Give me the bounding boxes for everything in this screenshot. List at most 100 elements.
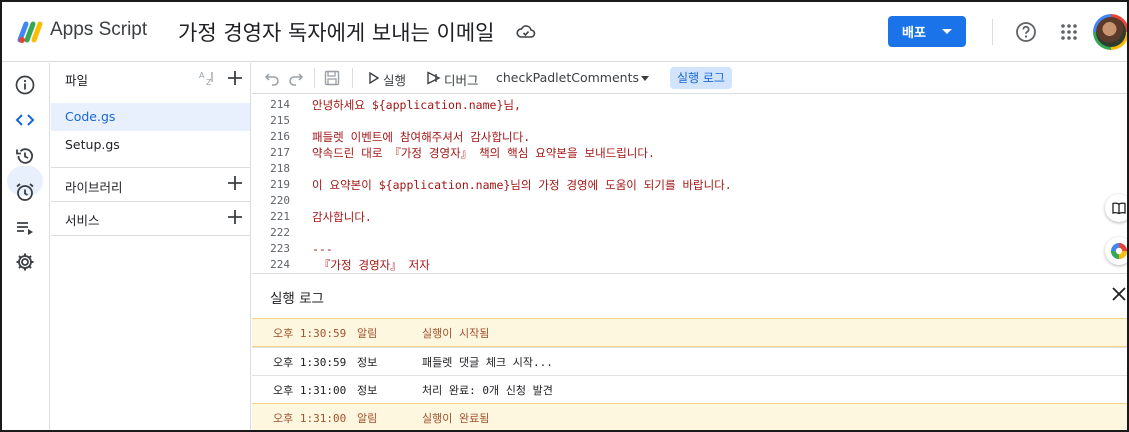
files-title: 파일	[65, 73, 89, 88]
line-number: 224	[270, 258, 290, 271]
function-selector[interactable]: checkPadletComments	[496, 63, 650, 94]
add-service-icon[interactable]	[228, 210, 242, 224]
section-divider	[51, 201, 250, 202]
log-level: 알림	[357, 327, 378, 340]
close-icon[interactable]	[1112, 287, 1126, 301]
code-line: 214 안녕하세요 ${application.name}님,	[252, 97, 1127, 113]
log-row: 오후 1:31:00 정보 처리 완료: 0개 신청 발견	[252, 375, 1127, 404]
line-number: 214	[270, 98, 290, 111]
history-icon[interactable]	[14, 145, 36, 167]
play-icon	[369, 72, 380, 84]
header-divider	[992, 19, 993, 45]
code-line: 224 『가정 경영자』 저자	[252, 257, 1127, 273]
svg-text:Z: Z	[206, 78, 212, 87]
debug-icon	[427, 71, 441, 85]
redo-icon[interactable]	[288, 70, 304, 86]
log-level: 정보	[357, 384, 378, 397]
log-message: 실행이 완료됨	[422, 412, 490, 425]
project-title[interactable]: 가정 경영자 독자에게 보내는 이메일	[178, 17, 495, 47]
code-line: 216 패들렛 이벤트에 참여해주셔서 감사합니다.	[252, 129, 1127, 145]
deploy-label: 배포	[902, 26, 926, 41]
gemini-addon-icon	[1111, 243, 1127, 259]
code-line: 221 감사합니다.	[252, 209, 1127, 225]
line-number: 216	[270, 130, 290, 143]
debug-label: 디버그	[444, 73, 479, 88]
run-label: 실행	[383, 73, 407, 88]
code-text: 『가정 경영자』 저자	[312, 258, 430, 272]
line-number: 218	[270, 162, 290, 175]
help-icon[interactable]	[1015, 21, 1037, 43]
code-editor-icon[interactable]	[14, 109, 36, 131]
add-file-icon[interactable]	[228, 71, 242, 85]
line-number: 223	[270, 242, 290, 255]
info-icon[interactable]	[14, 74, 36, 96]
run-button[interactable]: 실행	[368, 63, 414, 94]
code-text: ---	[312, 242, 333, 256]
deploy-button[interactable]: 배포	[888, 16, 966, 47]
section-divider	[51, 167, 250, 168]
code-text: 이 요약본이 ${application.name}님의 가정 경영에 도움이 …	[312, 178, 732, 192]
code-line: 223 ---	[252, 241, 1127, 257]
log-time: 오후 1:30:59	[273, 356, 347, 369]
executions-icon[interactable]	[14, 217, 36, 239]
code-editor[interactable]: 214 안녕하세요 ${application.name}님, 215 216 패들…	[252, 95, 1127, 273]
function-name: checkPadletComments	[496, 70, 639, 85]
avatar[interactable]	[1093, 14, 1127, 50]
code-line: 219 이 요약본이 ${application.name}님의 가정 경영에 도…	[252, 177, 1127, 193]
toolbar-divider	[352, 68, 353, 88]
log-level: 정보	[357, 356, 378, 369]
google-apps-icon[interactable]	[1060, 23, 1078, 41]
code-text: 약속드린 대로 『가정 경영자』 책의 핵심 요약본을 보내드립니다.	[312, 146, 655, 160]
code-text: 패들렛 이벤트에 참여해주셔서 감사합니다.	[312, 130, 531, 144]
left-nav-rail	[2, 63, 50, 430]
log-level: 알림	[357, 412, 378, 425]
log-message: 실행이 시작됨	[422, 327, 490, 340]
line-number: 221	[270, 210, 290, 223]
cloud-saved-icon	[516, 25, 536, 38]
section-divider	[51, 235, 250, 236]
chevron-down-icon	[641, 76, 649, 81]
app-name: Apps Script	[50, 19, 148, 40]
log-message: 처리 완료: 0개 신청 발견	[422, 384, 553, 397]
code-line: 220	[252, 193, 1127, 209]
execution-log-button[interactable]: 실행 로그	[670, 67, 732, 89]
apps-script-window: Apps Script 가정 경영자 독자에게 보내는 이메일 배포 파일 A …	[0, 0, 1129, 432]
line-number: 217	[270, 146, 290, 159]
services-label: 서비스	[65, 213, 100, 228]
code-text: 안녕하세요 ${application.name}님,	[312, 98, 521, 112]
undo-icon[interactable]	[264, 70, 280, 86]
log-row: 오후 1:30:59 정보 패들렛 댓글 체크 시작...	[252, 347, 1127, 376]
file-item-code-gs[interactable]: Code.gs	[51, 103, 250, 131]
files-panel: 파일 A Z Code.gs Setup.gs 라이브러리 서비스	[51, 63, 251, 430]
sort-az-icon[interactable]: A Z	[198, 69, 216, 87]
log-row: 오후 1:30:59 알림 실행이 시작됨	[252, 318, 1127, 347]
side-panel-button[interactable]	[1105, 194, 1127, 222]
log-time: 오후 1:30:59	[273, 327, 347, 340]
toolbar-divider	[314, 68, 315, 88]
save-icon[interactable]	[324, 70, 340, 86]
code-line: 218	[252, 161, 1127, 177]
execution-log-panel: 실행 로그 오후 1:30:59 알림 실행이 시작됨 오후 1:30:59 정…	[252, 273, 1127, 430]
libraries-label: 라이브러리	[65, 180, 123, 195]
files-header: 파일 A Z	[51, 63, 251, 93]
chevron-down-icon	[942, 29, 952, 34]
line-number: 220	[270, 194, 290, 207]
log-row: 오후 1:31:00 알림 실행이 완료됨	[252, 403, 1127, 430]
line-number: 222	[270, 226, 290, 239]
line-number: 215	[270, 114, 290, 127]
side-panel-button[interactable]	[1105, 237, 1127, 265]
book-icon	[1112, 202, 1126, 215]
debug-button[interactable]: 디버그	[427, 63, 489, 94]
top-header: Apps Script 가정 경영자 독자에게 보내는 이메일 배포	[2, 2, 1127, 62]
triggers-alarm-icon[interactable]	[14, 181, 36, 203]
svg-text:A: A	[199, 71, 205, 80]
log-title: 실행 로그	[270, 291, 324, 307]
line-number: 219	[270, 178, 290, 191]
code-text: 감사합니다.	[312, 210, 372, 224]
file-item-setup-gs[interactable]: Setup.gs	[51, 131, 250, 159]
code-line: 215	[252, 113, 1127, 129]
code-line: 217 약속드린 대로 『가정 경영자』 책의 핵심 요약본을 보내드립니다.	[252, 145, 1127, 161]
gear-icon[interactable]	[14, 251, 36, 273]
log-time: 오후 1:31:00	[273, 384, 347, 397]
add-library-icon[interactable]	[228, 176, 242, 190]
